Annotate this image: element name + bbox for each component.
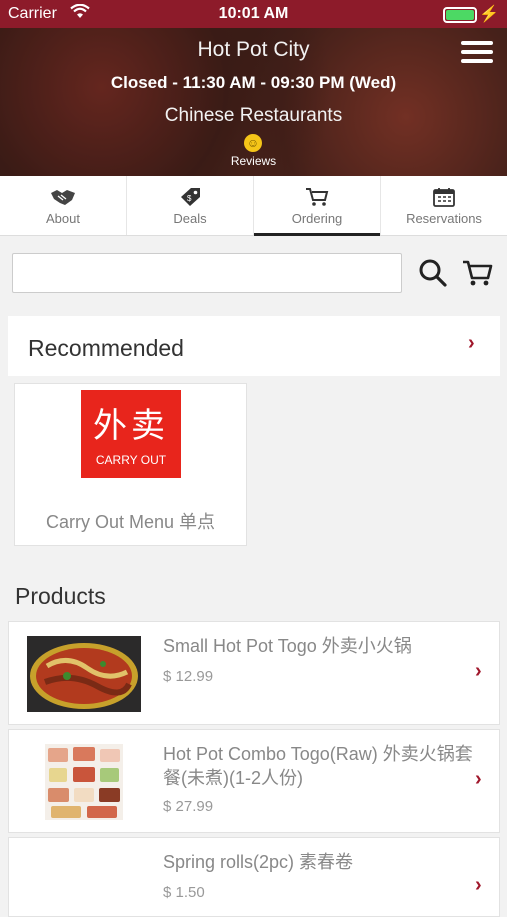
tab-about-label: About <box>46 211 80 226</box>
product-price: $ 12.99 <box>163 668 214 685</box>
status-bar: Carrier 10:01 AM ⚡ <box>0 0 507 28</box>
calendar-icon <box>381 187 507 207</box>
battery-icon <box>443 7 477 23</box>
tab-deals[interactable]: $ Deals <box>127 176 254 235</box>
chevron-right-icon[interactable]: › <box>468 332 475 355</box>
tab-reservations[interactable]: Reservations <box>381 176 507 235</box>
restaurant-name: Hot Pot City <box>197 38 310 61</box>
chevron-right-icon[interactable]: › <box>475 768 482 791</box>
clock: 10:01 AM <box>218 5 289 22</box>
cart-icon <box>254 187 380 207</box>
restaurant-category: Chinese Restaurants <box>164 105 343 126</box>
carry-out-logo-zh: 外卖 <box>93 406 169 446</box>
recommended-item-name: Carry Out Menu 单点 <box>45 512 216 532</box>
tab-ordering[interactable]: Ordering <box>254 176 381 236</box>
product-image <box>27 636 141 712</box>
product-name: Hot Pot Combo Togo(Raw) 外卖火锅套餐(未煮)(1-2人份… <box>163 744 473 788</box>
product-price: $ 27.99 <box>163 798 214 815</box>
hamburger-menu-icon[interactable] <box>461 41 493 63</box>
restaurant-header: Hot Pot City Closed - 11:30 AM - 09:30 P… <box>0 28 507 176</box>
tab-deals-label: Deals <box>173 211 207 226</box>
shopping-cart-icon[interactable] <box>461 258 493 293</box>
tab-reservations-label: Reservations <box>406 211 482 226</box>
reviews-link[interactable]: Reviews <box>0 154 507 168</box>
recommended-card[interactable]: 外卖 CARRY OUT Carry Out Menu 单点 <box>14 383 247 546</box>
product-name: Small Hot Pot Togo 外卖小火锅 <box>163 636 412 656</box>
search-icon[interactable] <box>418 258 448 293</box>
product-name: Spring rolls(2pc) 素春卷 <box>163 852 354 872</box>
handshake-icon <box>0 187 126 207</box>
chevron-right-icon[interactable]: › <box>475 660 482 683</box>
product-card[interactable]: Spring rolls(2pc) 素春卷 $ 1.50 › <box>8 837 500 917</box>
recommended-title: Recommended <box>28 335 184 361</box>
charging-icon: ⚡ <box>479 6 499 23</box>
tab-about[interactable]: About <box>0 176 127 235</box>
recommended-header[interactable]: Recommended › <box>8 316 500 376</box>
product-card[interactable]: Hot Pot Combo Togo(Raw) 外卖火锅套餐(未煮)(1-2人份… <box>8 729 500 833</box>
search-input[interactable] <box>12 253 402 293</box>
svg-text:$: $ <box>187 194 192 203</box>
products-title: Products <box>15 583 106 609</box>
carry-out-logo-en: CARRY OUT <box>95 453 167 467</box>
product-price: $ 1.50 <box>163 884 205 901</box>
product-image <box>45 744 123 820</box>
smiley-icon[interactable]: ☺ <box>244 134 262 152</box>
tab-bar: About $ Deals Ordering Reservations <box>0 176 507 236</box>
tab-ordering-label: Ordering <box>291 211 343 226</box>
opening-hours: Closed - 11:30 AM - 09:30 PM (Wed) <box>110 73 397 92</box>
tag-icon: $ <box>127 187 253 207</box>
product-card[interactable]: Small Hot Pot Togo 外卖小火锅 $ 12.99 › <box>8 621 500 725</box>
chevron-right-icon[interactable]: › <box>475 874 482 897</box>
carry-out-logo: 外卖 CARRY OUT <box>81 390 181 478</box>
